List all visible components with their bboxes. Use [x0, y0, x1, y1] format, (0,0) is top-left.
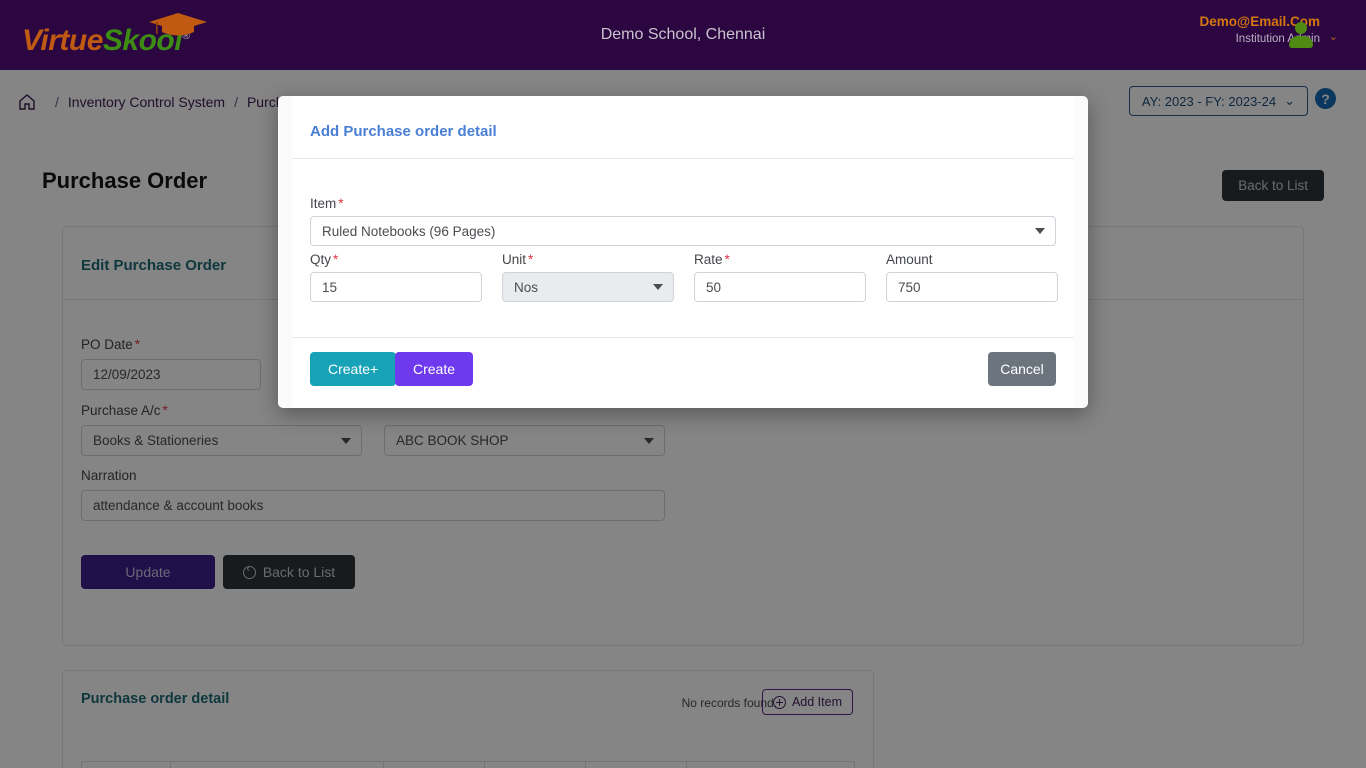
modal-unit-value: Nos [514, 279, 539, 295]
modal-unit-label-text: Unit [502, 252, 527, 267]
user-menu-chevron-down-icon[interactable]: ⌄ [1329, 30, 1338, 43]
modal-divider-bottom [292, 337, 1074, 338]
app-root: VirtueSkool® Demo School, Chennai Demo@E… [0, 0, 1366, 768]
modal-item-label-text: Item [310, 196, 337, 211]
modal-divider-top [292, 158, 1074, 159]
required-asterisk: * [724, 252, 730, 267]
school-name: Demo School, Chennai [600, 26, 766, 43]
add-purchase-order-detail-modal: Add Purchase order detail Item * Ruled No… [278, 96, 1088, 408]
chevron-down-icon [653, 284, 663, 290]
required-asterisk: * [338, 196, 344, 211]
modal-unit-select[interactable]: Nos [502, 272, 674, 302]
modal-item-value: Ruled Notebooks (96 Pages) [322, 223, 496, 239]
create-plus-button[interactable]: Create+ [310, 352, 397, 386]
modal-rate-input[interactable]: 50 [694, 272, 866, 302]
cancel-button[interactable]: Cancel [988, 352, 1056, 386]
avatar-body-icon [1289, 36, 1313, 48]
modal-qty-label-text: Qty [310, 252, 332, 267]
modal-qty-label: Qty * [310, 252, 338, 267]
modal-unit-label: Unit * [502, 252, 533, 267]
avatar[interactable] [1288, 22, 1314, 48]
modal-title: Add Purchase order detail [310, 123, 497, 140]
create-button[interactable]: Create [395, 352, 474, 386]
top-header-bar: VirtueSkool® Demo School, Chennai Demo@E… [0, 0, 1366, 70]
chevron-down-icon [1035, 228, 1045, 234]
modal-item-label: Item * [310, 196, 344, 211]
modal-item-select[interactable]: Ruled Notebooks (96 Pages) [310, 216, 1056, 246]
modal-amount-label: Amount [886, 252, 933, 267]
required-asterisk: * [333, 252, 339, 267]
required-asterisk: * [528, 252, 534, 267]
modal-qty-input[interactable]: 15 [310, 272, 482, 302]
modal-rate-label-text: Rate [694, 252, 723, 267]
modal-amount-input[interactable]: 750 [886, 272, 1058, 302]
modal-rate-label: Rate * [694, 252, 730, 267]
modal-body: Add Purchase order detail Item * Ruled No… [292, 96, 1074, 408]
avatar-head-icon [1295, 22, 1307, 34]
